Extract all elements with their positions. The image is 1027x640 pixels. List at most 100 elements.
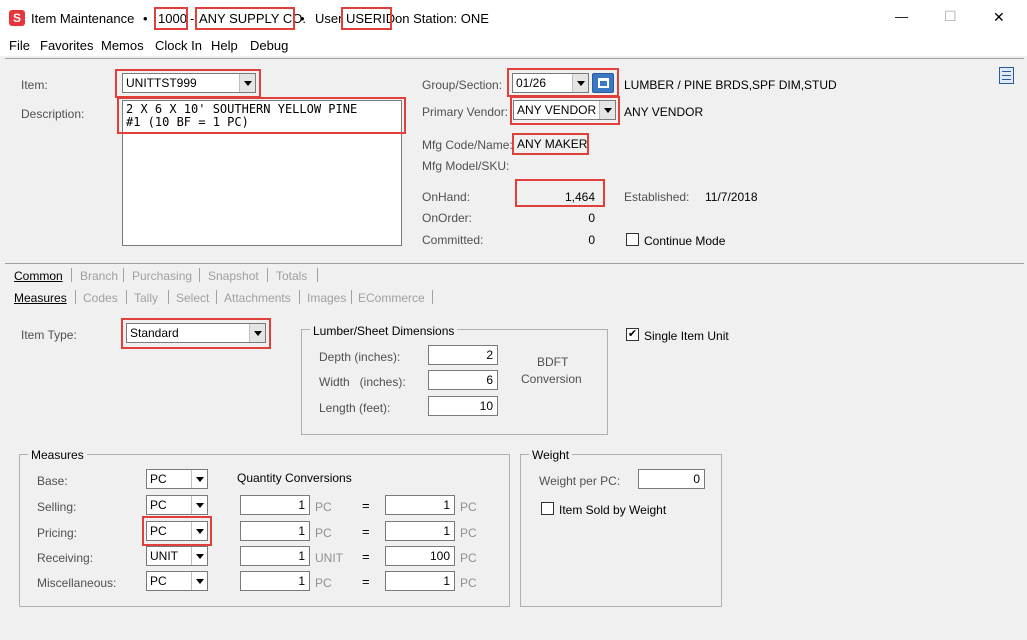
window-title: Item Maintenance xyxy=(31,11,135,26)
miscellaneous-unit-value: PC xyxy=(150,574,167,588)
tab-measures[interactable]: Measures xyxy=(14,291,67,305)
title-separator-2: • xyxy=(300,11,305,26)
miscellaneous-qty-from[interactable]: 1 xyxy=(240,571,310,591)
selling-unit-combo[interactable]: PC xyxy=(146,495,208,515)
mfg-code-label: Mfg Code/Name: xyxy=(422,138,513,152)
miscellaneous-label: Miscellaneous: xyxy=(37,576,117,590)
depth-label: Depth (inches): xyxy=(319,350,401,364)
description-highlight xyxy=(117,97,406,134)
miscellaneous-unit-combo[interactable]: PC xyxy=(146,571,208,591)
menu-favorites[interactable]: Favorites xyxy=(40,38,93,53)
chevron-down-icon[interactable] xyxy=(191,572,207,590)
equals-sign: = xyxy=(362,524,370,539)
tab-snapshot[interactable]: Snapshot xyxy=(208,269,259,283)
primary-vendor-label: Primary Vendor: xyxy=(422,105,509,119)
menu-list-icon[interactable] xyxy=(999,67,1014,84)
close-button[interactable]: ✕ xyxy=(993,9,1005,26)
receiving-qty-to[interactable]: 100 xyxy=(385,546,455,566)
base-unit-combo[interactable]: PC xyxy=(146,469,208,489)
onorder-value: 0 xyxy=(588,211,595,225)
tab-tally[interactable]: Tally xyxy=(134,291,158,305)
tab-common[interactable]: Common xyxy=(14,269,63,283)
menu-help[interactable]: Help xyxy=(211,38,238,53)
width-input[interactable]: 6 xyxy=(428,370,498,390)
menu-memos[interactable]: Memos xyxy=(101,38,144,53)
tab-divider xyxy=(267,268,268,282)
tab-images[interactable]: Images xyxy=(307,291,346,305)
tab-divider xyxy=(71,268,72,282)
pricing-qty-from[interactable]: 1 xyxy=(240,521,310,541)
miscellaneous-qty-to[interactable]: 1 xyxy=(385,571,455,591)
onhand-highlight xyxy=(515,179,605,207)
item-highlight xyxy=(115,69,261,98)
item-sold-by-weight-checkbox[interactable] xyxy=(541,502,554,515)
item-type-label: Item Type: xyxy=(21,328,77,342)
menu-clock-in[interactable]: Clock In xyxy=(155,38,202,53)
quantity-conversions-label: Quantity Conversions xyxy=(237,471,352,485)
tab-divider xyxy=(317,268,318,282)
user-label: User xyxy=(315,11,343,26)
single-item-unit-label: Single Item Unit xyxy=(644,329,729,343)
tab-select[interactable]: Select xyxy=(176,291,209,305)
depth-input[interactable]: 2 xyxy=(428,345,498,365)
receiving-qty-from[interactable]: 1 xyxy=(240,546,310,566)
receiving-unit-from: UNIT xyxy=(315,551,343,565)
selling-label: Selling: xyxy=(37,500,77,514)
selling-qty-to[interactable]: 1 xyxy=(385,495,455,515)
equals-sign: = xyxy=(362,549,370,564)
minimize-button[interactable]: — xyxy=(895,9,908,24)
equals-sign: = xyxy=(362,498,370,513)
description-label: Description: xyxy=(21,107,85,121)
receiving-unit-value: UNIT xyxy=(150,549,178,563)
equals-sign: = xyxy=(362,574,370,589)
item-header-panel: Item: UNITTST999 Description: 2 X 6 X 10… xyxy=(5,58,1024,262)
tab-divider xyxy=(216,290,217,304)
continue-mode-checkbox[interactable] xyxy=(626,233,639,246)
single-item-unit-checkbox[interactable]: ✔ xyxy=(626,328,639,341)
tab-divider xyxy=(299,290,300,304)
chevron-down-icon[interactable] xyxy=(191,496,207,514)
group-section-highlight xyxy=(507,68,619,97)
tab-attachments[interactable]: Attachments xyxy=(224,291,291,305)
miscellaneous-unit-to: PC xyxy=(460,576,477,590)
length-label: Length (feet): xyxy=(319,401,391,415)
weight-per-unit-label: Weight per PC: xyxy=(539,474,621,488)
title-dash: - xyxy=(190,11,195,26)
item-label: Item: xyxy=(21,78,48,92)
chevron-down-icon[interactable] xyxy=(191,470,207,488)
sub-tab-strip: Measures Codes Tally Select Attachments … xyxy=(5,286,1024,308)
miscellaneous-unit-from: PC xyxy=(315,576,332,590)
bdft-line-2: Conversion xyxy=(521,372,582,386)
weight-group-title: Weight xyxy=(529,448,573,462)
tab-branch[interactable]: Branch xyxy=(80,269,118,283)
receiving-unit-combo[interactable]: UNIT xyxy=(146,546,208,566)
company-name-highlight xyxy=(195,7,295,30)
chevron-down-icon[interactable] xyxy=(191,547,207,565)
tab-codes[interactable]: Codes xyxy=(83,291,118,305)
pricing-unit-highlight xyxy=(142,516,212,546)
maximize-button[interactable]: ☐ xyxy=(944,8,957,25)
pricing-qty-to[interactable]: 1 xyxy=(385,521,455,541)
item-type-highlight xyxy=(121,318,271,349)
tab-ecommerce[interactable]: ECommerce xyxy=(358,291,425,305)
menu-list-line xyxy=(1002,79,1011,80)
menu-file[interactable]: File xyxy=(9,38,30,53)
onhand-label: OnHand: xyxy=(422,190,471,204)
tab-divider xyxy=(123,268,124,282)
weight-per-unit-input[interactable]: 0 xyxy=(638,469,705,489)
tab-totals[interactable]: Totals xyxy=(276,269,307,283)
selling-qty-from[interactable]: 1 xyxy=(240,495,310,515)
established-value: 11/7/2018 xyxy=(705,190,758,204)
committed-label: Committed: xyxy=(422,233,484,247)
tab-divider xyxy=(168,290,169,304)
receiving-unit-to: PC xyxy=(460,551,477,565)
measures-group-title: Measures xyxy=(28,448,87,462)
selling-unit-from: PC xyxy=(315,500,332,514)
tab-purchasing[interactable]: Purchasing xyxy=(132,269,192,283)
mfg-code-highlight xyxy=(512,133,589,155)
length-input[interactable]: 10 xyxy=(428,396,498,416)
established-label: Established: xyxy=(624,190,690,204)
continue-mode-label: Continue Mode xyxy=(644,234,726,248)
menu-debug[interactable]: Debug xyxy=(250,38,288,53)
menu-list-line xyxy=(1002,71,1011,72)
